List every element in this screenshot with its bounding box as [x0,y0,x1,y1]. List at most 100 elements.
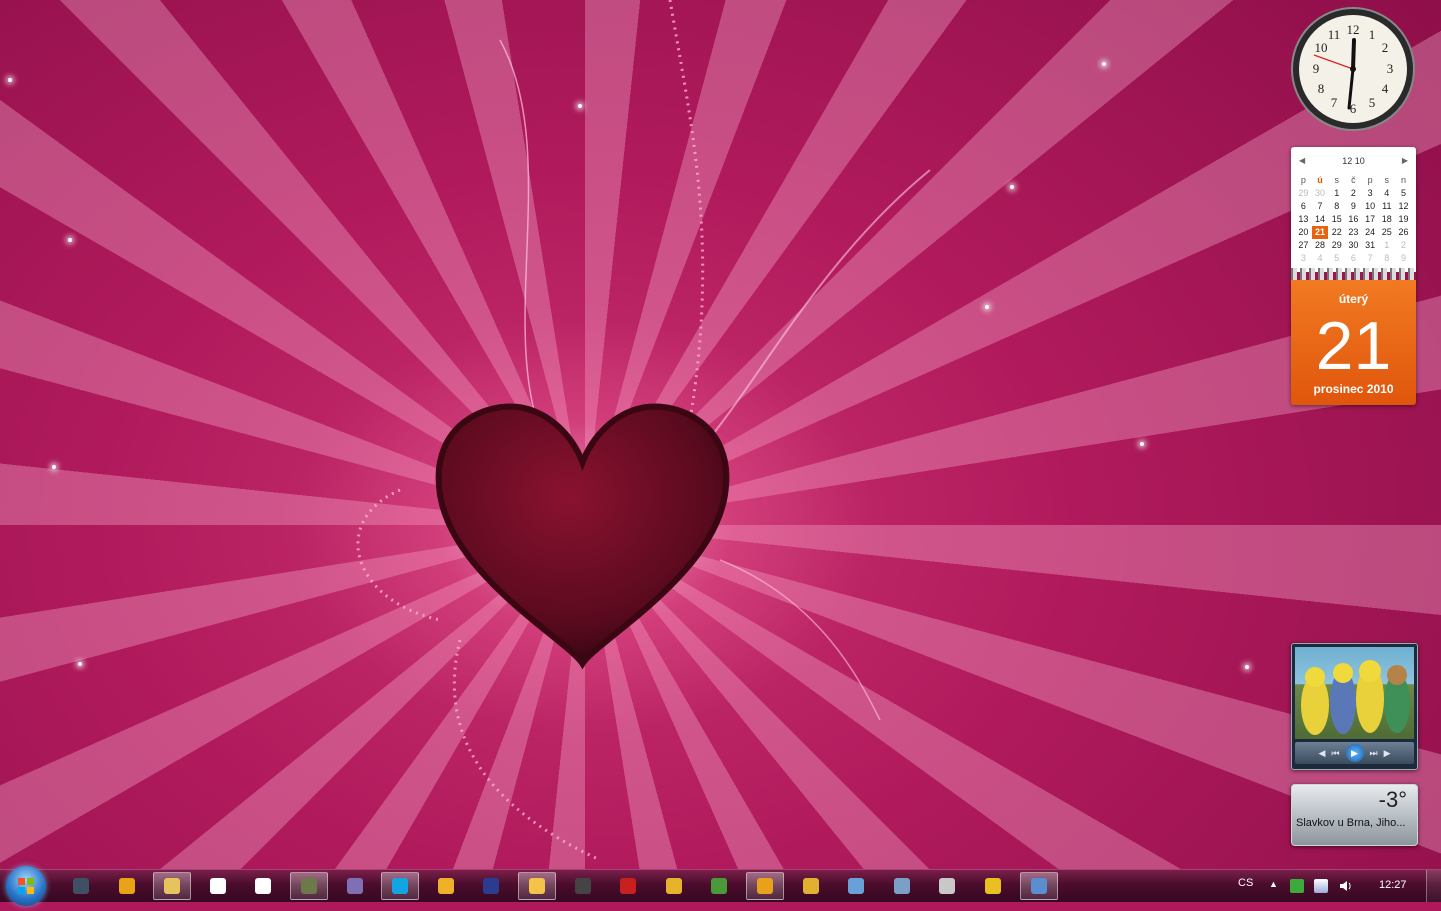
windows-logo-icon [18,878,34,894]
calendar-day-cell[interactable]: 31 [1362,239,1379,252]
calendar-day-cell[interactable]: 25 [1378,226,1395,239]
slideshow-controls: ◀ ⏮ ▶ ⏭ ▶ [1295,742,1414,764]
clock-number: 10 [1315,40,1328,55]
calendar-day-cell[interactable]: 8 [1378,252,1395,265]
taskbar-app-network-app[interactable] [700,872,738,900]
calendar-day-cell[interactable]: 2 [1345,187,1362,200]
calendar-day-cell[interactable]: 17 [1362,213,1379,226]
taskbar-app-media-app[interactable] [928,872,966,900]
calendar-day-cell[interactable]: 10 [1362,200,1379,213]
taskbar-app-archive-app[interactable] [655,872,693,900]
calendar-day-cell[interactable]: 8 [1328,200,1345,213]
taskbar-app-ie-app[interactable] [974,872,1012,900]
display-app-icon [848,878,865,894]
taskbar-app-screen-app[interactable] [1019,872,1058,900]
calendar-day-cell[interactable]: 29 [1295,187,1312,200]
taskbar-app-app-h[interactable] [472,872,510,900]
play-icon[interactable]: ▶ [1345,744,1364,762]
taskbar-app-explorer[interactable] [153,872,192,900]
filezilla-icon [620,878,637,894]
calendar-day-cell[interactable]: 20 [1295,226,1312,239]
calendar-day-cell[interactable]: 1 [1328,187,1345,200]
next-icon[interactable]: ▶ [1384,748,1391,759]
taskbar-app-windows-app[interactable] [883,872,921,900]
calendar-day-cell[interactable]: 6 [1295,200,1312,213]
calendar-day-cell[interactable]: 7 [1312,200,1329,213]
calendar-next-icon[interactable]: ▶ [1402,156,1408,165]
taskbar-app-pidgin[interactable] [336,872,374,900]
tray-expand-icon[interactable]: ▲ [1269,879,1278,889]
taskbar-app-skype[interactable] [381,872,420,900]
tray-clock[interactable]: 12:27 [1379,879,1407,891]
calendar-day-cell[interactable]: 18 [1378,213,1395,226]
taskbar-app-film-app[interactable] [564,872,602,900]
network-icon[interactable] [1314,879,1328,893]
winamp-icon [301,878,317,894]
battery-icon[interactable] [1290,879,1304,893]
taskbar-app-chat-bubble-1[interactable] [199,872,237,900]
taskbar-app-winamp[interactable] [290,872,328,900]
calendar-week-row: 13 14 15 16 17 18 19 [1295,213,1412,226]
slideshow-gadget[interactable]: ◀ ⏮ ▶ ⏭ ▶ [1291,643,1418,770]
taskbar-app-remote-desktop[interactable] [62,872,100,900]
calendar-day-cell[interactable]: 6 [1345,252,1362,265]
calendar-weekday-label: p [1367,175,1373,185]
start-button[interactable] [6,866,46,906]
calendar-day-cell[interactable]: 11 [1378,200,1395,213]
calendar-day-cell[interactable]: 3 [1362,187,1379,200]
taskbar-app-filezilla[interactable] [609,872,647,900]
calendar-day-cell[interactable]: 9 [1345,200,1362,213]
weather-gadget[interactable]: -3° Slavkov u Brna, Jiho... [1291,784,1418,846]
calendar-day-cell[interactable]: 15 [1328,213,1345,226]
rewind-icon[interactable]: ⏮ [1331,748,1339,759]
pidgin-icon [346,878,363,894]
calendar-gadget[interactable]: ◀ 12 10 ▶ p ú s č p s n 29 30 1 2 3 4 5 6 7 8 9 10 11 12 13 14… [1291,147,1416,405]
calendar-month-year: prosinec 2010 [1313,382,1394,396]
calendar-day-cell[interactable]: 3 [1295,252,1312,265]
calendar-day-cell[interactable]: 4 [1378,187,1395,200]
calendar-month-view: ◀ 12 10 ▶ p ú s č p s n 29 30 1 2 3 4 5 6 7 8 9 10 11 12 13 14… [1291,147,1416,272]
calendar-day-cell[interactable]: 27 [1295,239,1312,252]
clock-gadget[interactable]: 12 1 2 3 4 5 6 7 8 9 10 11 [1290,6,1416,132]
calendar-day-cell[interactable]: 2 [1395,239,1412,252]
taskbar-app-lightning-app[interactable] [427,872,465,900]
calendar-day-cell[interactable]: 23 [1345,226,1362,239]
calendar-day-cell[interactable]: 22 [1328,226,1345,239]
calendar-day-cell[interactable]: 30 [1345,239,1362,252]
calendar-day-cell[interactable]: 9 [1395,252,1412,265]
calendar-day-cell[interactable]: 1 [1378,239,1395,252]
archive-app-icon [665,878,682,894]
calendar-day-cell[interactable]: 7 [1362,252,1379,265]
calendar-day-cell[interactable]: 30 [1312,187,1329,200]
calendar-weekday-label: n [1400,175,1406,185]
calendar-day-cell[interactable]: 26 [1395,226,1412,239]
calendar-day-cell[interactable]: 5 [1395,187,1412,200]
taskbar-app-disc-app[interactable] [518,872,556,900]
calendar-day-cell[interactable]: 4 [1312,252,1329,265]
calendar-weekday: úterý [1338,292,1369,306]
calendar-day-cell[interactable]: 19 [1395,213,1412,226]
taskbar-app-display-app[interactable] [837,872,875,900]
clock-number: 2 [1382,40,1389,55]
previous-icon[interactable]: ◀ [1318,748,1325,759]
taskbar-app-chat-bubble-2[interactable] [244,872,282,900]
calendar-day-cell[interactable]: 12 [1395,200,1412,213]
calendar-day-cell[interactable]: 24 [1362,226,1379,239]
calendar-day-cell[interactable]: 5 [1328,252,1345,265]
calendar-day-cell[interactable]: 29 [1328,239,1345,252]
calendar-day-cell[interactable]: 14 [1312,213,1329,226]
calendar-day-cell[interactable]: 21 [1311,226,1329,239]
taskbar-app-chrome[interactable] [746,872,784,900]
slideshow-image[interactable] [1295,647,1414,739]
taskbar-app-tools-app[interactable] [792,872,830,900]
taskbar-app-avast[interactable] [108,872,146,900]
volume-icon[interactable] [1338,879,1352,893]
language-indicator[interactable]: CS [1238,877,1253,889]
show-desktop-button[interactable] [1426,870,1441,902]
calendar-day-cell[interactable]: 16 [1345,213,1362,226]
calendar-prev-icon[interactable]: ◀ [1299,156,1305,165]
calendar-day-cell[interactable]: 28 [1312,239,1329,252]
calendar-grid: p ú s č p s n 29 30 1 2 3 4 5 6 7 8 9 10 11 12 13 14 15 16 17 18 19… [1295,174,1412,265]
calendar-day-cell[interactable]: 13 [1295,213,1312,226]
forward-icon[interactable]: ⏭ [1370,748,1378,759]
